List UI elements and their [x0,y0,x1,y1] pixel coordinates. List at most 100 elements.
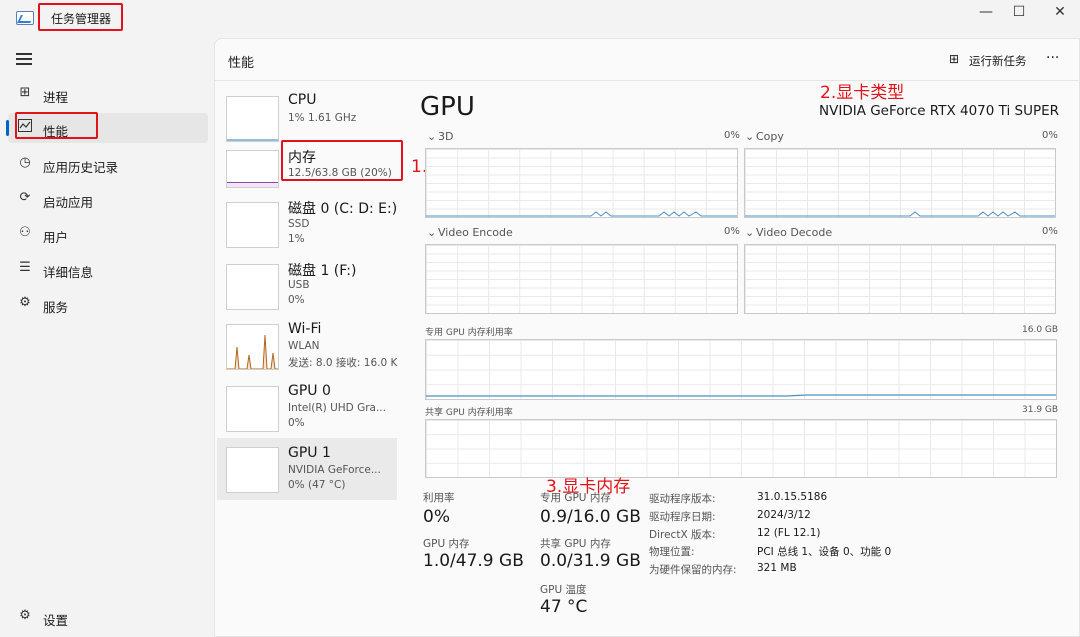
device-name: Wi-Fi [288,321,322,337]
gpu-1-thumbnail [226,447,279,493]
device-detail: NVIDIA GeForce... [288,464,381,476]
dedicated-gpu-memory-value: 0.9/16.0 GB [540,507,641,527]
dedicated-memory-graph [425,339,1057,400]
device-item-disk-1[interactable]: 磁盘 1 (F:) USB 0% [217,258,397,316]
users-icon: ⚇ [19,225,31,240]
chevron-down-icon[interactable]: ⌄ [427,226,436,239]
engine-graph-3d [425,148,738,218]
engine-graph-copy [744,148,1056,218]
device-item-disk-0[interactable]: 磁盘 0 (C: D: E:) SSD 1% [217,196,397,254]
minimize-button[interactable]: — [971,4,1001,20]
settings-icon: ⚙ [19,608,31,623]
device-detail: 0% [288,417,305,429]
history-icon: ◷ [19,155,31,170]
shared-memory-graph [425,419,1057,478]
sidebar-item-settings[interactable]: ⚙ 设置 [8,602,208,632]
run-task-icon: ⊞ [949,52,960,66]
engine-graph-video-decode [744,244,1056,314]
device-name: CPU [288,92,317,108]
services-icon: ⚙ [19,295,31,310]
info-value: 321 MB [757,562,797,574]
shared-memory-max: 31.9 GB [1022,405,1059,415]
engine-pct: 0% [1042,226,1058,237]
device-detail: 0% (47 °C) [288,479,346,491]
engine-pct: 0% [724,130,740,141]
info-value: 31.0.15.5186 [757,491,828,503]
sidebar-item-label: 进程 [43,90,69,105]
device-detail: SSD [288,218,310,230]
more-options-button[interactable]: ··· [1046,50,1059,66]
engine-pct: 0% [1042,130,1058,141]
dedicated-memory-max: 16.0 GB [1022,325,1059,335]
shared-memory-label: 共享 GPU 内存利用率 [425,408,513,418]
gpu-temperature-label: GPU 温度 [540,584,587,596]
sidebar-item-label: 详细信息 [43,265,94,280]
dedicated-gpu-memory-label: 专用 GPU 内存 [540,492,611,504]
info-key: 驱动程序日期: [649,511,716,523]
gpu-title: GPU [420,92,475,122]
hamburger-icon[interactable] [16,52,32,65]
shared-gpu-memory-value: 0.0/31.9 GB [540,551,641,571]
gpu-memory-label: GPU 内存 [423,538,470,550]
gpu-memory-value: 1.0/47.9 GB [423,551,524,571]
engine-label[interactable]: 3D [438,130,453,143]
sidebar-item-label: 启动应用 [43,195,94,210]
sidebar-item-services[interactable]: ⚙ 服务 [8,289,208,319]
page-title: 性能 [228,56,255,71]
chevron-down-icon[interactable]: ⌄ [745,226,754,239]
info-value: 12 (FL 12.1) [757,527,821,539]
device-name: 磁盘 0 (C: D: E:) [288,201,398,217]
device-detail: 1% [288,233,305,245]
device-item-gpu-0[interactable]: GPU 0 Intel(R) UHD Gra... 0% [217,380,397,438]
sidebar-item-label: 用户 [43,230,69,245]
device-detail: 发送: 8.0 接收: 16.0 Kt [288,357,397,369]
device-detail: Intel(R) UHD Gra... [288,402,386,414]
info-key: 为硬件保留的内存: [649,564,737,576]
chevron-down-icon[interactable]: ⌄ [745,130,754,143]
chevron-down-icon[interactable]: ⌄ [427,130,436,143]
info-value: PCI 总线 1、设备 0、功能 0 [757,546,892,558]
info-key: DirectX 版本: [649,529,716,541]
sidebar-item-startup[interactable]: ⟳ 启动应用 [8,184,208,214]
engine-label[interactable]: Video Encode [438,226,513,239]
task-manager-icon [16,11,34,25]
sidebar-item-label: 应用历史记录 [43,160,119,175]
device-detail: 0% [288,294,305,306]
maximize-button[interactable]: ☐ [1004,4,1034,20]
shared-gpu-memory-label: 共享 GPU 内存 [540,538,611,550]
device-name: GPU 0 [288,383,331,399]
engine-label[interactable]: Video Decode [756,226,832,239]
disk-1-thumbnail [226,264,279,310]
close-button[interactable]: ✕ [1045,4,1075,20]
sidebar-item-processes[interactable]: ⊞ 进程 [8,79,208,109]
title-bar [0,0,1080,38]
cpu-thumbnail [226,96,279,142]
selected-indicator [6,120,9,136]
divider [214,80,1080,81]
engine-graph-video-encode [425,244,738,314]
wifi-thumbnail [226,324,279,370]
engine-label[interactable]: Copy [756,130,784,143]
sidebar-item-app-history[interactable]: ◷ 应用历史记录 [8,149,208,179]
gpu-0-thumbnail [226,386,279,432]
startup-icon: ⟳ [19,190,31,205]
details-icon: ☰ [19,260,31,275]
annotation-box-performance [15,112,98,139]
run-new-task-button[interactable]: ⊞ 运行新任务 [944,49,1038,71]
device-item-wifi[interactable]: Wi-Fi WLAN 发送: 8.0 接收: 16.0 Kt [217,318,397,376]
device-detail: 1% 1.61 GHz [288,112,357,124]
gpu-temperature-value: 47 °C [540,597,588,617]
device-item-gpu-1[interactable]: GPU 1 NVIDIA GeForce... 0% (47 °C) [217,438,397,500]
sidebar-item-users[interactable]: ⚇ 用户 [8,219,208,249]
utilization-value: 0% [423,507,450,527]
info-key: 驱动程序版本: [649,493,716,505]
annotation-box-memory [281,140,403,181]
utilization-label: 利用率 [423,492,455,504]
info-value: 2024/3/12 [757,509,811,521]
disk-0-thumbnail [226,202,279,248]
sidebar-item-details[interactable]: ☰ 详细信息 [8,254,208,284]
dedicated-memory-label: 专用 GPU 内存利用率 [425,328,513,338]
annotation-gpu-type: 2.显卡类型 [820,83,905,103]
device-detail: WLAN [288,340,320,352]
sidebar-item-label: 服务 [43,300,69,315]
